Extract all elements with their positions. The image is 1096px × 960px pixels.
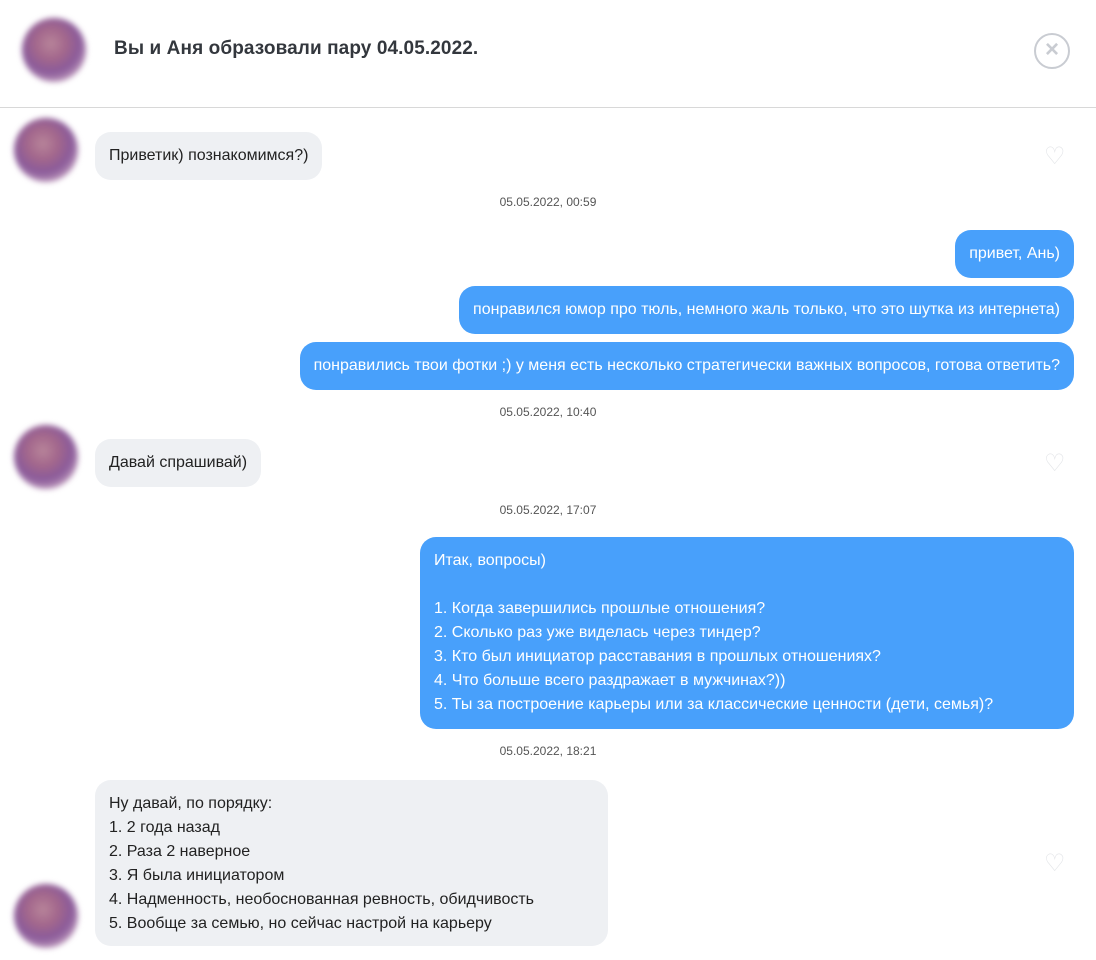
outgoing-message: понравился юмор про тюль, немного жаль т… xyxy=(459,286,1074,334)
incoming-message: Давай спрашивай) xyxy=(95,439,262,487)
outgoing-message: понравились твои фотки ;) у меня есть не… xyxy=(299,342,1074,390)
outgoing-message: привет, Ань) xyxy=(955,230,1074,278)
message-timestamp: 05.05.2022, 17:07 xyxy=(499,503,597,517)
heart-icon[interactable]: ♡ xyxy=(1044,452,1068,476)
heart-icon[interactable]: ♡ xyxy=(1044,852,1068,876)
message-timestamp: 05.05.2022, 10:40 xyxy=(499,405,597,419)
contact-avatar[interactable] xyxy=(14,425,78,489)
outgoing-message: Итак, вопросы) 1. Когда завершились прош… xyxy=(420,537,1074,729)
incoming-message: Ну давай, по порядку: 1. 2 года назад 2.… xyxy=(95,780,608,946)
match-title: Вы и Аня образовали пару 04.05.2022. xyxy=(114,38,479,59)
close-icon[interactable]: × xyxy=(1034,33,1070,69)
contact-avatar[interactable] xyxy=(14,118,78,182)
message-timestamp: 05.05.2022, 00:59 xyxy=(499,195,597,209)
contact-avatar[interactable] xyxy=(14,884,78,948)
incoming-message: Приветик) познакомимся?) xyxy=(95,132,323,180)
message-timestamp: 05.05.2022, 18:21 xyxy=(499,744,597,758)
chat-header: Вы и Аня образовали пару 04.05.2022. × xyxy=(0,0,1096,108)
heart-icon[interactable]: ♡ xyxy=(1044,145,1068,169)
header-avatar[interactable] xyxy=(22,18,86,82)
